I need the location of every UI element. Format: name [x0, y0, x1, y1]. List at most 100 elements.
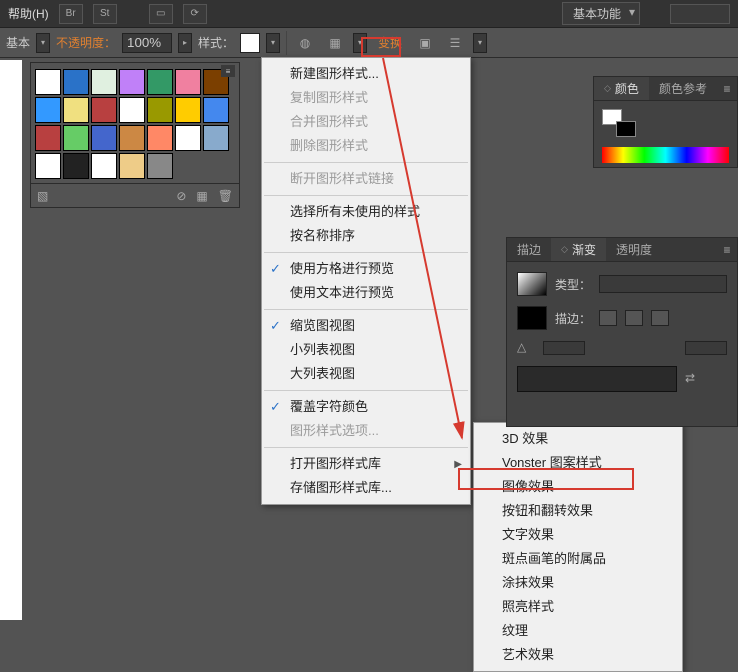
submenu-item[interactable]: 文字效果	[474, 523, 682, 547]
st-icon[interactable]: St	[93, 4, 117, 24]
aspect-field[interactable]	[685, 341, 727, 355]
mi-save-lib[interactable]: 存储图形样式库...	[262, 476, 470, 500]
style-swatch[interactable]	[35, 125, 61, 151]
gradient-type-dropdown[interactable]	[599, 275, 727, 293]
search-field[interactable]	[670, 4, 730, 24]
stroke-swatch[interactable]	[616, 121, 636, 137]
graphic-styles-panel: ≡ ▧ ⊘ ▦ 🗑	[30, 62, 240, 208]
color-spectrum[interactable]	[602, 147, 729, 163]
style-swatch[interactable]	[35, 69, 61, 95]
style-swatch[interactable]	[119, 97, 145, 123]
style-swatch[interactable]	[147, 125, 173, 151]
style-swatch[interactable]	[91, 125, 117, 151]
panel-menu-icon[interactable]: ≡	[717, 238, 737, 261]
tab-color-guide[interactable]: 颜色参考	[649, 77, 717, 100]
style-swatch[interactable]	[119, 153, 145, 179]
gradient-ramp[interactable]	[517, 366, 677, 392]
submenu-item[interactable]: 按钮和翻转效果	[474, 499, 682, 523]
fill-stroke-proxy[interactable]	[602, 109, 636, 137]
style-swatch[interactable]	[240, 33, 260, 53]
mi-preview-text[interactable]: 使用文本进行预览	[262, 281, 470, 305]
submenu-item[interactable]: Vonster 图案样式	[474, 451, 682, 475]
mi-override-char[interactable]: 覆盖字符颜色	[262, 395, 470, 419]
gradient-swatch[interactable]	[517, 272, 547, 296]
style-swatch[interactable]	[119, 69, 145, 95]
style-swatch[interactable]	[91, 69, 117, 95]
panel-menu-icon[interactable]: ≡	[717, 77, 737, 100]
style-swatch[interactable]	[175, 125, 201, 151]
mi-large-list[interactable]: 大列表视图	[262, 362, 470, 386]
align-dropdown-icon[interactable]: ▾	[353, 33, 367, 53]
style-swatch[interactable]	[203, 97, 229, 123]
align-icon[interactable]: ▦	[323, 32, 347, 54]
library-menu-icon[interactable]: ▧	[37, 189, 48, 203]
mi-open-lib[interactable]: 打开图形样式库	[262, 452, 470, 476]
style-swatch[interactable]	[63, 125, 89, 151]
delete-style-icon[interactable]: 🗑	[218, 189, 233, 203]
mi-thumb-view[interactable]: 缩览图视图	[262, 314, 470, 338]
style-swatch[interactable]	[203, 125, 229, 151]
stroke-along-icon[interactable]	[625, 310, 643, 326]
submenu-item[interactable]: 照亮样式	[474, 595, 682, 619]
tab-color-label: 颜色	[615, 80, 639, 97]
style-swatch[interactable]	[119, 125, 145, 151]
new-style-icon[interactable]: ▦	[196, 189, 207, 203]
tab-color[interactable]: ◇颜色	[594, 77, 649, 100]
more-icon[interactable]: ☰	[443, 32, 467, 54]
gpu-icon[interactable]: ⟳	[183, 4, 207, 24]
isolate-icon[interactable]: ▣	[413, 32, 437, 54]
style-swatch[interactable]	[91, 97, 117, 123]
panel-flyout-icon[interactable]: ≡	[221, 65, 235, 77]
workspace-switcher[interactable]: 基本功能	[562, 2, 640, 25]
style-swatch[interactable]	[35, 153, 61, 179]
submenu-item[interactable]: 图像效果	[474, 475, 682, 499]
submenu-item[interactable]: 涂抹效果	[474, 571, 682, 595]
submenu-item[interactable]: 纹理	[474, 619, 682, 643]
mi-select-unused[interactable]: 选择所有未使用的样式	[262, 200, 470, 224]
opacity-dropdown-icon[interactable]: ▸	[178, 33, 192, 53]
tab-gradient[interactable]: ◇渐变	[551, 238, 606, 261]
stroke-color-swatch[interactable]	[517, 306, 547, 330]
break-link-icon[interactable]: ⊘	[176, 189, 186, 203]
style-dropdown-icon[interactable]: ▾	[266, 33, 280, 53]
style-swatch[interactable]	[175, 69, 201, 95]
style-swatch[interactable]	[35, 97, 61, 123]
transform-label[interactable]: 变换	[373, 32, 407, 54]
style-swatch[interactable]	[147, 153, 173, 179]
styles-context-menu: 新建图形样式... 复制图形样式 合并图形样式 删除图形样式 断开图形样式链接 …	[261, 57, 471, 505]
style-swatch[interactable]	[63, 97, 89, 123]
type-label: 类型：	[555, 276, 591, 293]
menu-bar: 帮助(H) Br St ▭ ⟳ 基本功能	[0, 0, 738, 28]
style-swatch[interactable]	[147, 97, 173, 123]
submenu-item[interactable]: 3D 效果	[474, 427, 682, 451]
opacity-field[interactable]	[122, 33, 172, 53]
mi-preview-square[interactable]: 使用方格进行预览	[262, 257, 470, 281]
opacity-label: 不透明度：	[56, 34, 116, 51]
mi-delete: 删除图形样式	[262, 134, 470, 158]
style-swatch[interactable]	[63, 153, 89, 179]
br-icon[interactable]: Br	[59, 4, 83, 24]
more-dropdown-icon[interactable]: ▾	[473, 33, 487, 53]
style-swatch[interactable]	[91, 153, 117, 179]
mi-break-link: 断开图形样式链接	[262, 167, 470, 191]
style-swatch[interactable]	[63, 69, 89, 95]
globe-icon[interactable]: ◍	[293, 32, 317, 54]
color-panel-tabs: ◇颜色 颜色参考 ≡	[594, 77, 737, 101]
mi-small-list[interactable]: 小列表视图	[262, 338, 470, 362]
arrange-icon[interactable]: ▭	[149, 4, 173, 24]
submenu-item[interactable]: 艺术效果	[474, 643, 682, 667]
angle-field[interactable]	[543, 341, 585, 355]
menu-help[interactable]: 帮助(H)	[8, 5, 49, 22]
stroke-within-icon[interactable]	[599, 310, 617, 326]
submenu-item[interactable]: 斑点画笔的附属品	[474, 547, 682, 571]
tab-transparency[interactable]: 透明度	[606, 238, 662, 261]
reverse-gradient-icon[interactable]: ⇄	[685, 371, 703, 387]
color-panel: ◇颜色 颜色参考 ≡	[593, 76, 738, 168]
mi-new-style[interactable]: 新建图形样式...	[262, 62, 470, 86]
stroke-across-icon[interactable]	[651, 310, 669, 326]
style-swatch[interactable]	[175, 97, 201, 123]
base-dropdown-icon[interactable]: ▾	[36, 33, 50, 53]
tab-stroke[interactable]: 描边	[507, 238, 551, 261]
mi-sort-name[interactable]: 按名称排序	[262, 224, 470, 248]
style-swatch[interactable]	[147, 69, 173, 95]
